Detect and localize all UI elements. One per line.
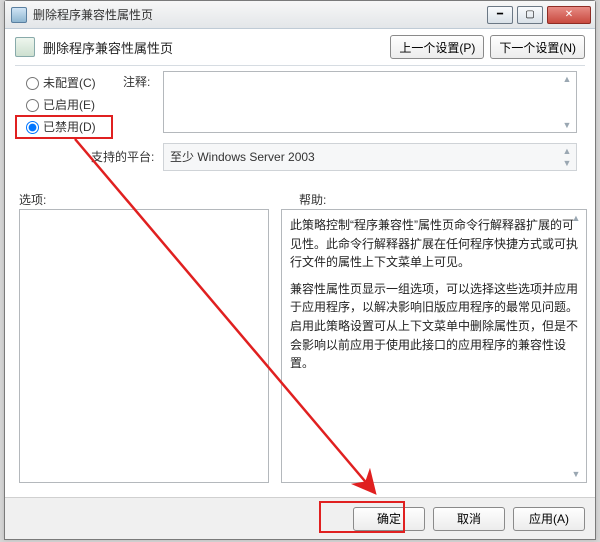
radio-enabled-label: 已启用(E) bbox=[43, 96, 95, 113]
dialog-window: 删除程序兼容性属性页 ━ ▢ ✕ 删除程序兼容性属性页 上一个设置(P) 下一个… bbox=[4, 0, 596, 540]
radio-not-configured[interactable]: 未配置(C) bbox=[21, 71, 121, 93]
radio-not-configured-label: 未配置(C) bbox=[43, 74, 96, 91]
radio-not-configured-input[interactable] bbox=[26, 77, 39, 90]
platform-value: 至少 Windows Server 2003 bbox=[170, 150, 315, 164]
previous-setting-button[interactable]: 上一个设置(P) bbox=[390, 35, 484, 59]
state-radio-group: 未配置(C) 已启用(E) 已禁用(D) bbox=[21, 71, 121, 137]
radio-disabled-label: 已禁用(D) bbox=[43, 118, 96, 135]
options-panel bbox=[19, 209, 269, 483]
policy-icon bbox=[15, 37, 35, 57]
ok-button[interactable]: 确定 bbox=[353, 507, 425, 531]
cancel-button[interactable]: 取消 bbox=[433, 507, 505, 531]
help-paragraph-1: 此策略控制“程序兼容性”属性页命令行解释器扩展的可见性。此命令行解释器扩展在任何… bbox=[290, 216, 578, 272]
comment-label: 注释: bbox=[123, 73, 150, 90]
help-panel: 此策略控制“程序兼容性”属性页命令行解释器扩展的可见性。此命令行解释器扩展在任何… bbox=[281, 209, 587, 483]
comment-textarea[interactable]: ▲▼ bbox=[163, 71, 577, 133]
help-paragraph-2: 兼容性属性页显示一组选项，可以选择这些选项并应用于应用程序，以解决影响旧版应用程… bbox=[290, 280, 578, 373]
scrollbar[interactable]: ▲▼ bbox=[560, 146, 574, 168]
scrollbar[interactable]: ▲▼ bbox=[569, 213, 583, 479]
radio-enabled-input[interactable] bbox=[26, 99, 39, 112]
minimize-button[interactable]: ━ bbox=[487, 6, 513, 24]
radio-disabled-input[interactable] bbox=[26, 121, 39, 134]
platform-value-box: 至少 Windows Server 2003 ▲▼ bbox=[163, 143, 577, 171]
close-button[interactable]: ✕ bbox=[547, 6, 591, 24]
apply-button[interactable]: 应用(A) bbox=[513, 507, 585, 531]
help-label: 帮助: bbox=[299, 191, 326, 208]
next-setting-button[interactable]: 下一个设置(N) bbox=[490, 35, 585, 59]
divider bbox=[15, 65, 585, 66]
maximize-button[interactable]: ▢ bbox=[517, 6, 543, 24]
window-title: 删除程序兼容性属性页 bbox=[33, 6, 487, 23]
platform-label: 支持的平台: bbox=[91, 148, 154, 165]
header: 删除程序兼容性属性页 上一个设置(P) 下一个设置(N) bbox=[5, 29, 595, 63]
policy-title: 删除程序兼容性属性页 bbox=[43, 38, 384, 57]
radio-enabled[interactable]: 已启用(E) bbox=[21, 93, 121, 115]
options-label: 选项: bbox=[19, 191, 46, 208]
scrollbar[interactable]: ▲▼ bbox=[560, 74, 574, 130]
radio-disabled[interactable]: 已禁用(D) bbox=[21, 115, 121, 137]
dialog-footer: 确定 取消 应用(A) bbox=[5, 497, 595, 539]
app-icon bbox=[11, 7, 27, 23]
titlebar: 删除程序兼容性属性页 ━ ▢ ✕ bbox=[5, 1, 595, 29]
